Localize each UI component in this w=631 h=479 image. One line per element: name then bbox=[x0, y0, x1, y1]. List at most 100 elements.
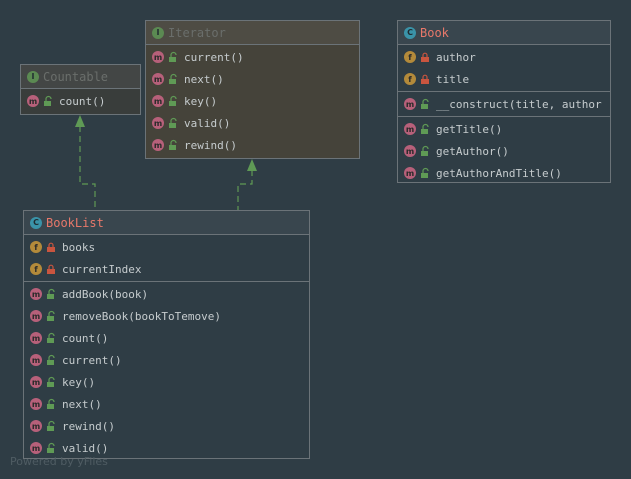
field-badge-icon: f bbox=[404, 51, 416, 63]
method-row[interactable]: m current() bbox=[24, 349, 309, 371]
unlock-icon bbox=[421, 123, 429, 134]
method-row[interactable]: m current() bbox=[146, 46, 359, 68]
unlock-icon bbox=[47, 442, 55, 453]
method-label: count() bbox=[59, 94, 106, 108]
book-constructor: m __construct(title, author bbox=[398, 91, 610, 116]
field-row[interactable]: f currentIndex bbox=[24, 258, 309, 280]
unlock-icon bbox=[421, 167, 429, 178]
lock-icon bbox=[421, 74, 429, 84]
iterator-header: I Iterator bbox=[146, 21, 359, 45]
method-row[interactable]: m removeBook(bookToTemove) bbox=[24, 305, 309, 327]
method-badge-icon: m bbox=[152, 95, 164, 107]
interface-badge-icon: I bbox=[27, 70, 39, 83]
class-badge-icon: C bbox=[30, 216, 42, 229]
interface-badge-icon: I bbox=[152, 26, 164, 39]
book-title: Book bbox=[420, 25, 449, 40]
method-row[interactable]: m __construct(title, author bbox=[398, 93, 610, 115]
unlock-icon bbox=[47, 288, 55, 299]
book-fields: f author f title bbox=[398, 45, 610, 91]
method-row[interactable]: m key() bbox=[146, 90, 359, 112]
method-row[interactable]: m next() bbox=[146, 68, 359, 90]
unlock-icon bbox=[47, 332, 55, 343]
iterator-interface-node[interactable]: I Iterator m current() m next() m key() … bbox=[145, 20, 360, 159]
method-label: current() bbox=[184, 50, 244, 64]
unlock-icon bbox=[169, 73, 177, 84]
method-badge-icon: m bbox=[30, 376, 42, 388]
method-badge-icon: m bbox=[152, 117, 164, 129]
field-row[interactable]: f author bbox=[398, 46, 610, 68]
field-badge-icon: f bbox=[30, 241, 42, 253]
method-row[interactable]: m rewind() bbox=[24, 415, 309, 437]
method-label: valid() bbox=[62, 441, 109, 455]
method-label: count() bbox=[62, 331, 109, 345]
iterator-methods: m current() m next() m key() m valid() m bbox=[146, 45, 359, 157]
unlock-icon bbox=[47, 310, 55, 321]
method-row[interactable]: m valid() bbox=[146, 112, 359, 134]
book-class-node[interactable]: C Book f author f title m __construct(ti… bbox=[397, 20, 611, 183]
method-label: addBook(book) bbox=[62, 287, 149, 301]
method-row[interactable]: m addBook(book) bbox=[24, 283, 309, 305]
method-badge-icon: m bbox=[152, 73, 164, 85]
unlock-icon bbox=[169, 51, 177, 62]
unlock-icon bbox=[169, 139, 177, 150]
method-row[interactable]: m key() bbox=[24, 371, 309, 393]
unlock-icon bbox=[47, 354, 55, 365]
method-label: rewind() bbox=[184, 138, 237, 152]
method-row[interactable]: m getAuthorAndTitle() bbox=[398, 162, 610, 182]
uml-class-diagram: I Iterator m current() m next() m key() … bbox=[0, 0, 631, 479]
method-label: rewind() bbox=[62, 419, 115, 433]
book-methods: m getTitle() m getAuthor() m getAuthorAn… bbox=[398, 116, 610, 182]
booklist-methods: m addBook(book) m removeBook(bookToTemov… bbox=[24, 281, 309, 460]
book-header: C Book bbox=[398, 21, 610, 45]
field-label: currentIndex bbox=[62, 262, 142, 276]
unlock-icon bbox=[47, 376, 55, 387]
field-row[interactable]: f books bbox=[24, 236, 309, 258]
method-badge-icon: m bbox=[404, 167, 416, 179]
field-row[interactable]: f title bbox=[398, 68, 610, 90]
method-row[interactable]: m rewind() bbox=[146, 134, 359, 156]
method-row[interactable]: m count() bbox=[21, 90, 140, 112]
booklist-header: C BookList bbox=[24, 211, 309, 235]
unlock-icon bbox=[47, 420, 55, 431]
method-badge-icon: m bbox=[30, 332, 42, 344]
lock-icon bbox=[47, 264, 55, 274]
countable-methods: m count() bbox=[21, 89, 140, 113]
method-row[interactable]: m getAuthor() bbox=[398, 140, 610, 162]
unlock-icon bbox=[44, 95, 52, 106]
method-badge-icon: m bbox=[30, 354, 42, 366]
method-badge-icon: m bbox=[152, 139, 164, 151]
booklist-class-node[interactable]: C BookList f books f currentIndex m addB… bbox=[23, 210, 310, 459]
method-badge-icon: m bbox=[27, 95, 39, 107]
unlock-icon bbox=[421, 145, 429, 156]
field-badge-icon: f bbox=[30, 263, 42, 275]
method-label: current() bbox=[62, 353, 122, 367]
watermark-text: Powered by yFiles bbox=[10, 455, 108, 468]
implements-countable-connector bbox=[75, 115, 96, 210]
lock-icon bbox=[47, 242, 55, 252]
method-label: key() bbox=[62, 375, 96, 389]
unlock-icon bbox=[421, 98, 429, 109]
method-badge-icon: m bbox=[30, 288, 42, 300]
method-badge-icon: m bbox=[404, 145, 416, 157]
booklist-title: BookList bbox=[46, 215, 104, 230]
iterator-title: Iterator bbox=[168, 25, 226, 40]
class-badge-icon: C bbox=[404, 26, 416, 39]
method-row[interactable]: m next() bbox=[24, 393, 309, 415]
lock-icon bbox=[421, 52, 429, 62]
unlock-icon bbox=[47, 398, 55, 409]
method-badge-icon: m bbox=[30, 398, 42, 410]
countable-header: I Countable bbox=[21, 65, 140, 89]
method-label: removeBook(bookToTemove) bbox=[62, 309, 221, 323]
method-badge-icon: m bbox=[404, 98, 416, 110]
method-row[interactable]: m count() bbox=[24, 327, 309, 349]
method-label: getTitle() bbox=[436, 122, 503, 136]
method-label: next() bbox=[62, 397, 102, 411]
unlock-icon bbox=[169, 117, 177, 128]
method-label: next() bbox=[184, 72, 224, 86]
countable-title: Countable bbox=[43, 69, 109, 84]
method-badge-icon: m bbox=[30, 310, 42, 322]
method-row[interactable]: m getTitle() bbox=[398, 118, 610, 140]
countable-interface-node[interactable]: I Countable m count() bbox=[20, 64, 141, 115]
method-label: getAuthorAndTitle() bbox=[436, 166, 562, 180]
field-label: title bbox=[436, 72, 470, 86]
